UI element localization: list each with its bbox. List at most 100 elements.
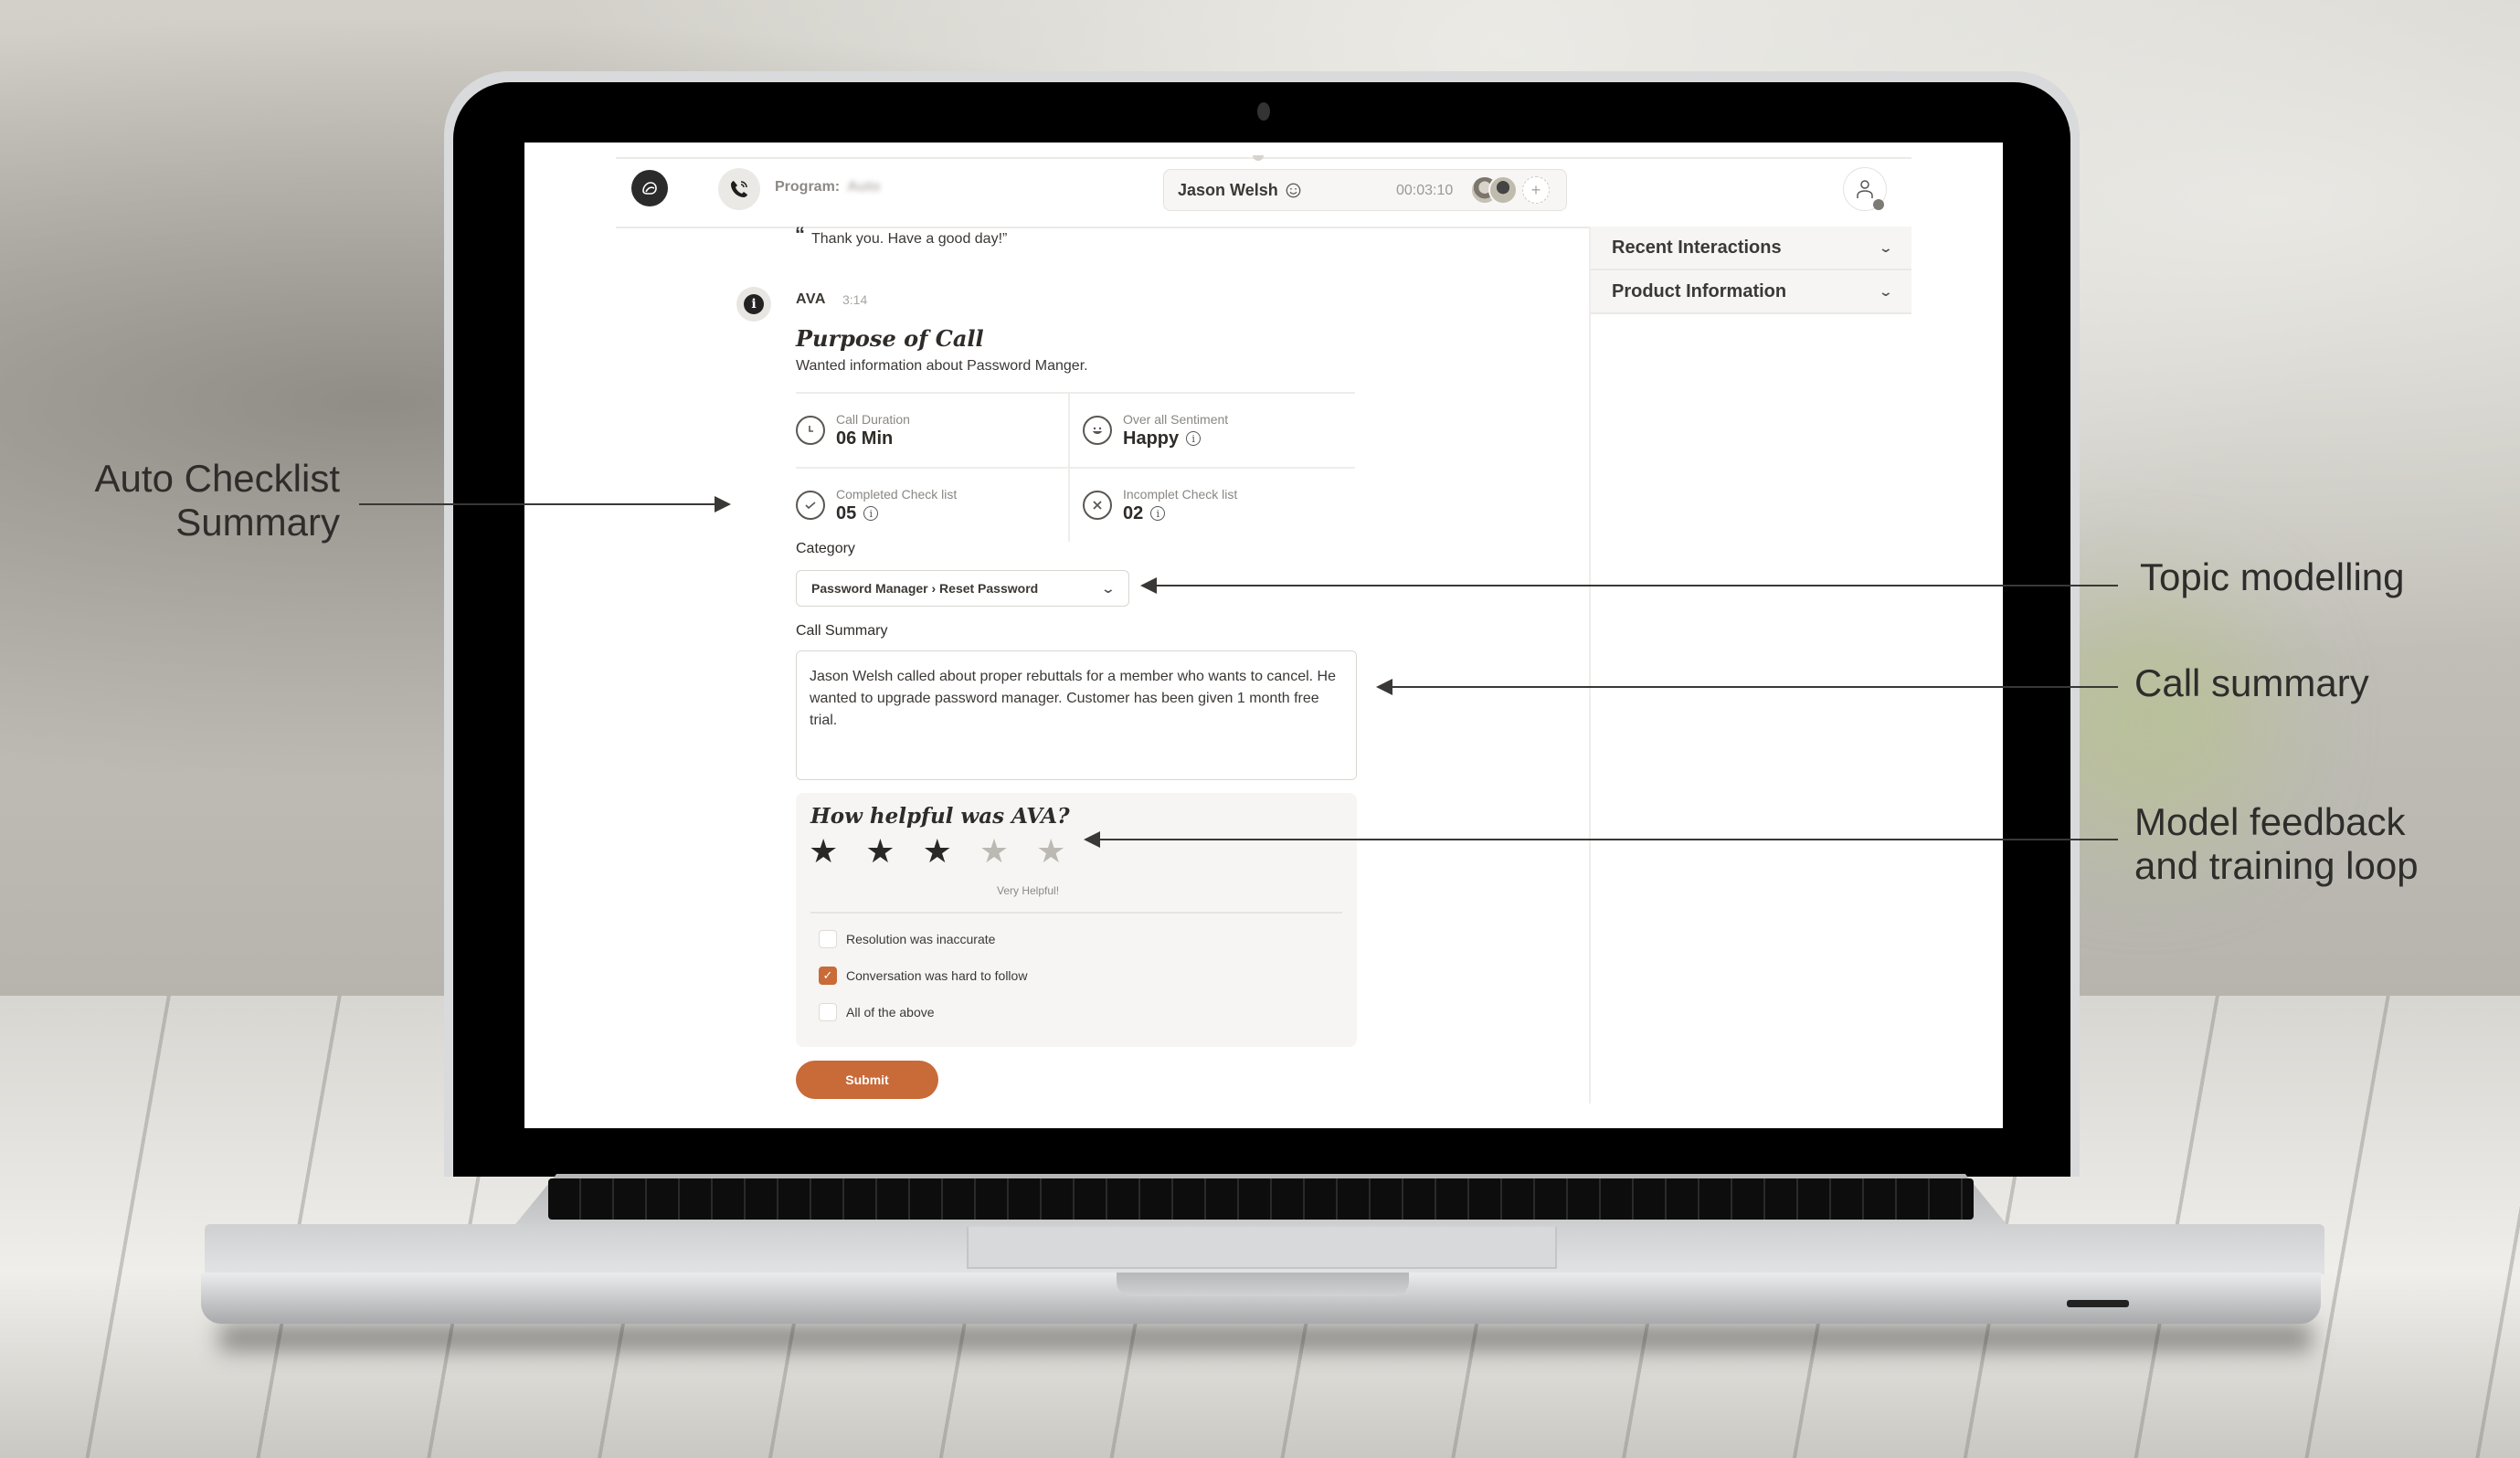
- divider: [616, 157, 1911, 159]
- star-icon[interactable]: ★: [979, 835, 1009, 868]
- divider: [810, 912, 1342, 914]
- stat-label: Completed Check list: [836, 486, 958, 502]
- laptop-led: [2067, 1300, 2129, 1307]
- stat-sentiment: Over all Sentiment Happy i: [1068, 394, 1355, 467]
- category-label: Category: [796, 541, 855, 556]
- stats-row: Call Duration 06 Min Over all Sentiment …: [796, 394, 1355, 467]
- annotation-line: Summary: [175, 501, 340, 544]
- info-icon[interactable]: i: [863, 506, 879, 521]
- feedback-title: How helpful was AVA?: [810, 804, 1070, 829]
- phone-button[interactable]: [718, 168, 760, 210]
- stat-completed-checklist: Completed Check list 05 i: [796, 469, 1068, 542]
- right-panel: Recent Interactions ⌄ Product Informatio…: [1589, 227, 1911, 1104]
- annotation-arrow: [1376, 679, 2118, 695]
- participant-avatar[interactable]: [1488, 175, 1518, 205]
- active-call-pill[interactable]: Jason Welsh 00:03:10 +: [1163, 169, 1567, 211]
- info-icon: i: [744, 294, 764, 314]
- program-label: Program:: [775, 179, 841, 195]
- category-value: Password Manager › Reset Password: [811, 581, 1039, 596]
- smiley-icon: [1083, 416, 1112, 445]
- rating-label: Very Helpful!: [997, 884, 1060, 897]
- annotation-model-feedback: Model feedback and training loop: [2134, 800, 2419, 888]
- call-timer: 00:03:10: [1396, 183, 1454, 198]
- brand-logo-icon[interactable]: [631, 170, 668, 206]
- add-participant-button[interactable]: +: [1522, 176, 1550, 204]
- star-icon[interactable]: ★: [923, 835, 952, 868]
- option-label: Conversation was hard to follow: [846, 968, 1028, 983]
- user-icon: [1857, 180, 1873, 198]
- camera-icon: [1257, 102, 1270, 121]
- annotation-arrow: [1084, 831, 2118, 848]
- annotation-line: Auto Checklist: [94, 457, 340, 500]
- program-field: Program: Auto: [775, 179, 881, 195]
- laptop-notch: [1117, 1273, 1409, 1296]
- status-indicator: [1873, 199, 1884, 210]
- star-icon[interactable]: ★: [865, 835, 895, 868]
- stat-label: Incomplet Check list: [1123, 486, 1238, 502]
- feedback-card: How helpful was AVA? ★ ★ ★ ★ ★ Very Helpful!…: [796, 793, 1357, 1047]
- last-message: Thank you. Have a good day!”: [811, 231, 1008, 247]
- star-icon[interactable]: ★: [809, 835, 838, 868]
- annotation-call-summary: Call summary: [2134, 661, 2369, 704]
- chevron-down-icon: ⌄: [1878, 283, 1894, 299]
- laptop-keyboard: [548, 1178, 1974, 1220]
- annotation-arrow: [359, 496, 731, 512]
- smiley-icon: [1286, 183, 1301, 198]
- call-summary-textarea[interactable]: [796, 650, 1357, 780]
- feedback-option[interactable]: ✓ Conversation was hard to follow: [819, 967, 1027, 985]
- checkbox[interactable]: [819, 1003, 837, 1021]
- stats-grid: Call Duration 06 Min Over all Sentiment …: [796, 392, 1355, 542]
- stats-row: Completed Check list 05 i Incomplet Check…: [796, 469, 1355, 542]
- info-icon[interactable]: i: [1186, 431, 1202, 446]
- category-select[interactable]: Password Manager › Reset Password ⌄: [796, 570, 1129, 607]
- info-icon[interactable]: i: [1150, 506, 1166, 521]
- annotation-auto-checklist: Auto Checklist Summary: [0, 457, 340, 544]
- ava-avatar: i: [736, 287, 771, 322]
- stat-value: 06 Min: [836, 428, 894, 449]
- stat-incomplete-checklist: Incomplet Check list 02 i: [1068, 469, 1355, 542]
- annotation-topic-modelling: Topic modelling: [2140, 555, 2405, 598]
- chevron-down-icon: ⌄: [1100, 580, 1117, 596]
- accordion-label: Product Information: [1612, 280, 1787, 301]
- check-circle-icon: [796, 491, 825, 520]
- submit-button[interactable]: Submit: [796, 1061, 938, 1099]
- annotation-arrow: [1140, 577, 2118, 594]
- checkbox[interactable]: [819, 930, 837, 948]
- accordion-product-information[interactable]: Product Information ⌄: [1591, 270, 1911, 314]
- accordion-recent-interactions[interactable]: Recent Interactions ⌄: [1591, 227, 1911, 270]
- stat-value: Happy: [1123, 428, 1180, 449]
- chevron-down-icon: ⌄: [1878, 239, 1894, 255]
- quote-icon: “: [795, 223, 805, 246]
- app: Program: Auto Jason Welsh 00:03:10 + Rece…: [524, 143, 2003, 1128]
- stat-label: Call Duration: [836, 411, 910, 427]
- phone-icon: [731, 181, 747, 197]
- accordion-label: Recent Interactions: [1612, 237, 1782, 258]
- checkbox[interactable]: ✓: [819, 967, 837, 985]
- laptop-trackpad: [967, 1227, 1557, 1269]
- laptop-screen: Program: Auto Jason Welsh 00:03:10 + Rece…: [524, 143, 2003, 1128]
- stat-value: 02: [1123, 502, 1144, 523]
- x-circle-icon: [1083, 491, 1112, 520]
- feedback-option[interactable]: Resolution was inaccurate: [819, 930, 995, 948]
- stat-value: 05: [836, 502, 857, 523]
- program-value: Auto: [847, 179, 881, 195]
- clock-icon: [796, 416, 825, 445]
- feedback-option[interactable]: All of the above: [819, 1003, 935, 1021]
- purpose-title: Purpose of Call: [796, 325, 984, 352]
- purpose-text: Wanted information about Password Manger…: [796, 358, 1088, 374]
- laptop-shadow: [219, 1324, 2312, 1351]
- annotation-line: and training loop: [2134, 844, 2419, 887]
- star-icon[interactable]: ★: [1036, 835, 1065, 868]
- drag-handle[interactable]: [1253, 155, 1264, 161]
- ava-time: 3:14: [842, 292, 868, 307]
- call-summary-label: Call Summary: [796, 623, 888, 639]
- option-label: All of the above: [846, 1005, 935, 1020]
- caller: Jason Welsh: [1178, 181, 1301, 200]
- star-rating[interactable]: ★ ★ ★ ★ ★: [809, 835, 1065, 868]
- stat-label: Over all Sentiment: [1123, 411, 1229, 427]
- stat-call-duration: Call Duration 06 Min: [796, 394, 1068, 467]
- annotation-line: Model feedback: [2134, 800, 2406, 843]
- option-label: Resolution was inaccurate: [846, 932, 996, 946]
- ava-name: AVA: [796, 291, 826, 307]
- caller-name: Jason Welsh: [1178, 181, 1278, 199]
